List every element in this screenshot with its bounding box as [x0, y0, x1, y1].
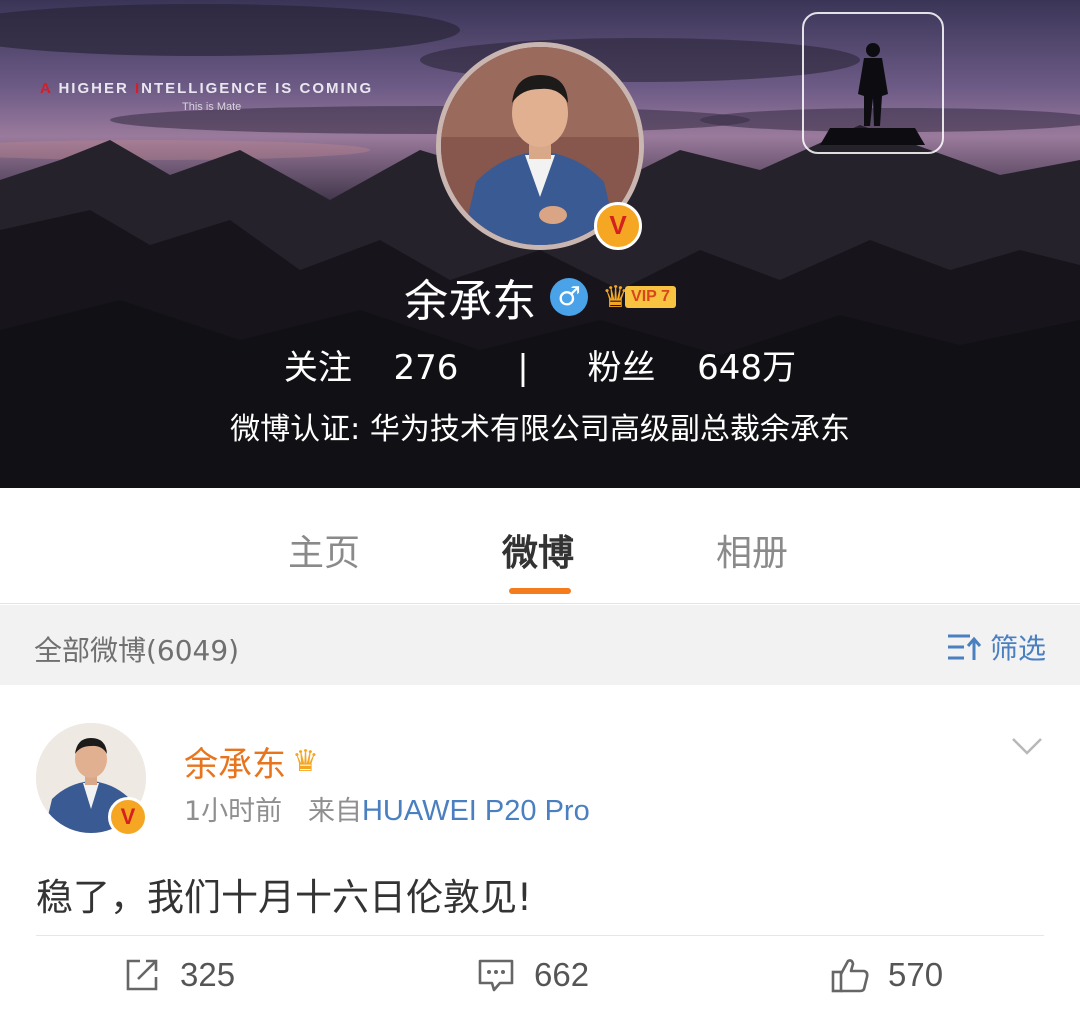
all-posts-count: 全部微博(6049)	[34, 634, 240, 667]
post-meta: 1小时前 来自HUAWEI P20 Pro	[184, 789, 590, 828]
active-tab-indicator	[509, 588, 571, 594]
tagline-a: A	[40, 80, 53, 97]
like-count: 570	[888, 956, 944, 993]
chevron-down-icon[interactable]	[1010, 735, 1044, 757]
cover-photo-frame	[802, 12, 944, 154]
repost-button[interactable]: 325	[122, 955, 235, 995]
post-author-row: 余承东 ♛	[184, 737, 319, 786]
post-source-prefix: 来自	[307, 796, 362, 827]
post-text: 稳了，我们十月十六日伦敦见!	[36, 876, 532, 919]
comment-button[interactable]: 662	[476, 955, 589, 995]
following-link[interactable]: 关注 276	[274, 348, 469, 388]
comment-icon	[478, 959, 514, 992]
repost-icon	[126, 959, 158, 991]
followers-link[interactable]: 粉丝 648万	[578, 348, 807, 388]
tagline-part-2: NTELLIGENCE IS COMING	[141, 80, 374, 97]
tab-album[interactable]: 相册	[716, 524, 788, 576]
vip-level-label: VIP 7	[625, 286, 676, 308]
filter-label: 筛选	[989, 632, 1046, 665]
filter-bar: 全部微博(6049) 筛选	[0, 605, 1080, 685]
stats-separator: |	[517, 348, 529, 388]
like-button[interactable]: 570	[830, 955, 943, 995]
profile-stats: 关注 276 | 粉丝 648万	[0, 340, 1080, 389]
cover-tagline: A HIGHER INTELLIGENCE IS COMING	[40, 80, 373, 97]
tab-home[interactable]: 主页	[288, 524, 360, 576]
post-author-name[interactable]: 余承东	[184, 737, 286, 786]
profile-tabs: 主页 微博 相册	[0, 488, 1080, 604]
verification-text: 微博认证: 华为技术有限公司高级副总裁余承东	[230, 412, 850, 447]
crown-icon: ♛	[292, 744, 319, 779]
tab-weibo[interactable]: 微博	[502, 524, 574, 576]
verified-badge-icon: V	[108, 797, 148, 837]
thumbs-up-icon	[831, 959, 869, 993]
followers-label: 粉丝	[587, 348, 656, 388]
followers-count: 648万	[697, 348, 797, 388]
following-label: 关注	[283, 348, 352, 388]
post-source-device[interactable]: HUAWEI P20 Pro	[362, 795, 590, 827]
filter-button[interactable]: 筛选	[946, 627, 1046, 667]
post-divider	[36, 935, 1044, 936]
filter-icon	[947, 634, 982, 660]
following-count: 276	[393, 348, 459, 388]
post-actions: 325 662 570	[0, 955, 1080, 1015]
verified-badge-icon: V	[594, 202, 642, 250]
male-gender-icon: ♂	[550, 278, 589, 316]
post-time: 1小时前	[184, 796, 283, 827]
profile-cover: A HIGHER INTELLIGENCE IS COMING This is …	[0, 0, 1080, 488]
cover-subtagline: This is Mate	[182, 101, 242, 113]
profile-name-row: 余承东 ♂ ♛ VIP 7	[0, 265, 1080, 329]
repost-count: 325	[180, 956, 236, 993]
tagline-part-1: HIGHER	[52, 80, 135, 97]
comment-count: 662	[534, 956, 590, 993]
profile-name: 余承东	[404, 276, 537, 327]
vip-badge[interactable]: ♛ VIP 7	[602, 280, 676, 315]
weibo-post: V 余承东 ♛ 1小时前 来自HUAWEI P20 Pro 稳了，我们十月十六日…	[0, 685, 1080, 1030]
